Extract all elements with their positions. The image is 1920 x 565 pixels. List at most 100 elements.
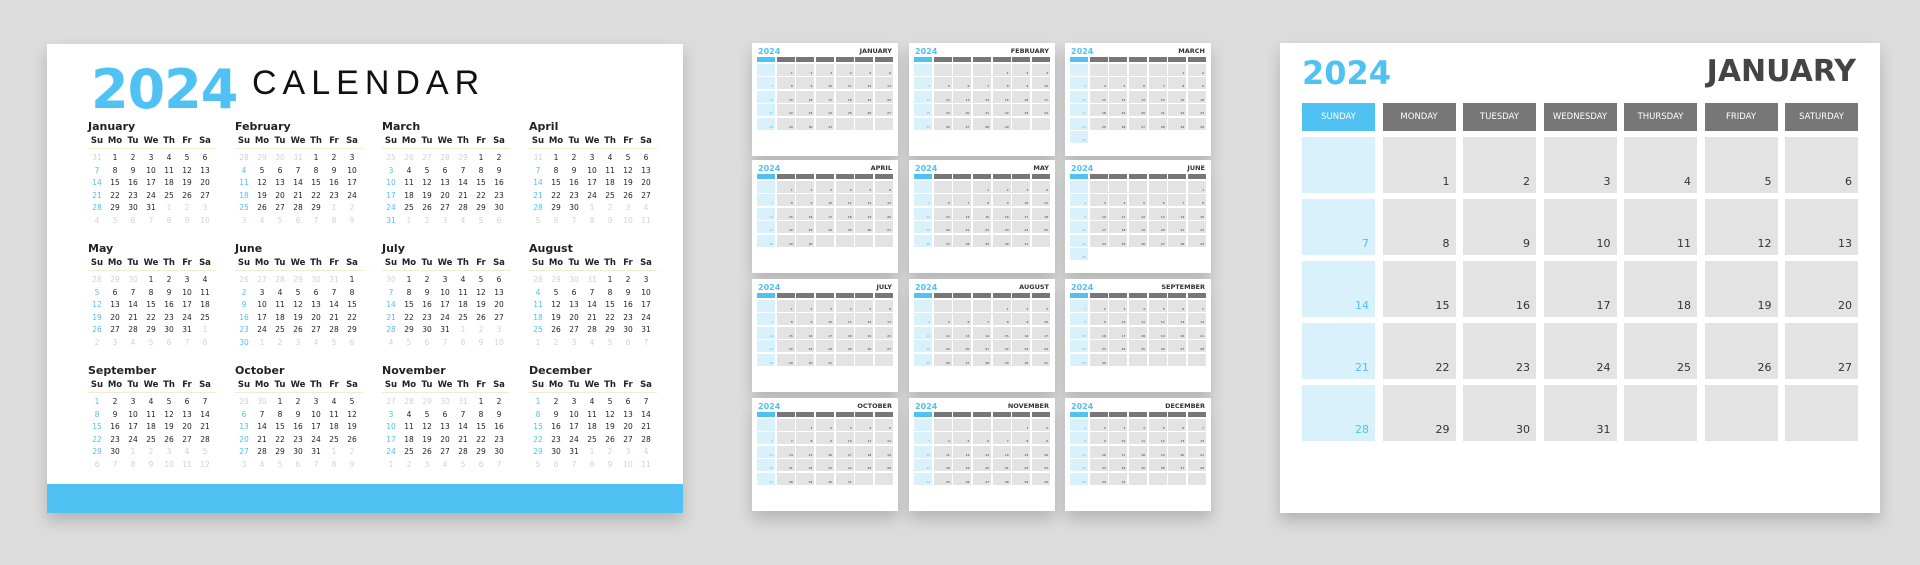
weekday-label: Sa	[199, 258, 211, 268]
day-cell: 21	[92, 190, 102, 200]
year-title: 2024	[1071, 283, 1094, 292]
week-row: 21 22 23 24 25 26 27	[88, 190, 216, 203]
day-cell: 22	[605, 312, 615, 322]
weekday-label: MONDAY	[776, 57, 795, 62]
day-cell: 2	[496, 153, 502, 162]
day-cell: 10	[386, 178, 396, 188]
day-cell: 22	[1382, 323, 1456, 379]
day-cell: 1	[553, 153, 559, 162]
day-cell: 17	[257, 312, 267, 322]
day-cell: 9	[496, 409, 502, 419]
weekday-label: Su	[384, 258, 398, 268]
day-cell	[914, 418, 933, 431]
day-cell: 26	[1704, 323, 1778, 379]
day-cell: 4	[442, 459, 448, 469]
day-cell	[1168, 180, 1187, 193]
day-cell: 27	[386, 397, 396, 406]
day-cell: 3	[202, 203, 208, 213]
week-row: 24 25 26 27 28 29 30	[1070, 117, 1206, 130]
day-cell: 11	[605, 165, 615, 175]
weekday-label: TUESDAY	[953, 57, 972, 62]
day-cell: 20	[623, 422, 633, 432]
weekday-label: TUESDAY	[1109, 174, 1128, 179]
weekday-label: MONDAY	[776, 412, 795, 417]
week-row: 123456	[1302, 137, 1858, 193]
day-cell: 12	[182, 165, 192, 175]
day-cell: 16	[128, 178, 138, 188]
day-cell	[1070, 180, 1089, 193]
day-cell	[1109, 180, 1128, 193]
day-cell: 16	[623, 300, 633, 310]
day-cell	[914, 180, 933, 193]
weekday-label: TUESDAY	[1463, 103, 1536, 131]
day-cell: 15	[476, 422, 486, 432]
day-cell: 30	[1089, 353, 1108, 366]
day-cell: 7	[589, 287, 595, 297]
day-cell: 12	[933, 326, 952, 339]
day-cell: 26	[953, 472, 972, 485]
weekday-header: SUNDAY MONDAY TUESDAY WEDNESDAY THURSDAY FRID…	[757, 293, 893, 298]
day-cell: 28	[1302, 385, 1375, 441]
day-cell: 28	[440, 153, 450, 162]
day-cell: 7	[953, 194, 972, 206]
day-cell: 8	[1070, 313, 1089, 325]
month-name: May	[88, 242, 114, 255]
day-cell: 23	[551, 434, 561, 444]
weekday-label: Tu	[127, 258, 139, 268]
weekday-label: Tu	[568, 380, 580, 390]
day-cell: 15	[992, 90, 1011, 103]
day-cell: 25	[587, 434, 597, 444]
day-cell: 5	[277, 215, 283, 225]
day-cell: 27	[972, 472, 992, 485]
day-cell: 27	[110, 325, 120, 335]
week-row: 2 3 4 5 6 7 8	[235, 287, 363, 300]
month-name: April	[529, 120, 559, 133]
day-cell: 29	[776, 353, 795, 366]
day-cell: 21	[533, 190, 543, 200]
day-cell: 15	[311, 178, 321, 188]
day-cell: 14	[257, 422, 267, 432]
day-cell: 5	[535, 215, 541, 225]
day-cell: 20	[110, 312, 120, 322]
week-row: 14 15 16 17 18 19 20	[757, 326, 893, 339]
day-cell: 26	[855, 104, 874, 116]
day-cell: 13	[311, 300, 321, 310]
month-name: February	[235, 120, 291, 133]
day-cell: 26	[623, 190, 633, 200]
day-cell: 27	[440, 203, 450, 213]
week-row: 18 19 20 21 22 23 24	[235, 190, 363, 203]
day-cell: 18	[1109, 221, 1128, 233]
day-cell: 9	[424, 287, 430, 297]
week-row: 23 24 25 26 27 28 29	[1070, 234, 1206, 247]
day-cell: 13	[200, 165, 210, 175]
day-cell: 1	[478, 153, 484, 162]
day-cell: 10	[1109, 432, 1128, 444]
day-cell: 17	[1109, 326, 1128, 339]
day-cell: 6	[933, 194, 952, 206]
day-cell: 8	[478, 165, 484, 175]
day-cell: 19	[933, 340, 952, 352]
week-row: 3 4 5 6 7 8 9	[382, 165, 510, 178]
day-cell: 31	[835, 472, 854, 485]
day-cell: 5	[424, 165, 430, 175]
day-cell: 23	[128, 190, 138, 200]
week-row: 19 20 21 22 23 24 25	[914, 221, 1050, 233]
weekday-label: TUESDAY	[1109, 293, 1128, 298]
day-cell: 3	[442, 275, 448, 284]
day-cell: 12	[257, 178, 267, 188]
weekday-label: MONDAY	[1089, 293, 1108, 298]
day-cell: 10	[815, 194, 835, 206]
day-cell: 30	[992, 234, 1011, 247]
day-cell: 11	[146, 409, 156, 419]
day-cell: 11	[835, 313, 854, 325]
weekday-header: Su Mo Tu We Th Fr Sa	[235, 136, 363, 149]
day-cell: 24	[347, 190, 357, 200]
week-row: 12	[914, 418, 1050, 431]
weekday-label: SATURDAY	[1031, 174, 1050, 179]
day-cell: 24	[815, 340, 835, 352]
day-cell: 20	[569, 312, 579, 322]
day-cell: 27	[874, 340, 893, 352]
day-cell: 12	[855, 77, 874, 89]
day-cell: 13	[874, 313, 893, 325]
day-cell: 31	[569, 447, 579, 457]
